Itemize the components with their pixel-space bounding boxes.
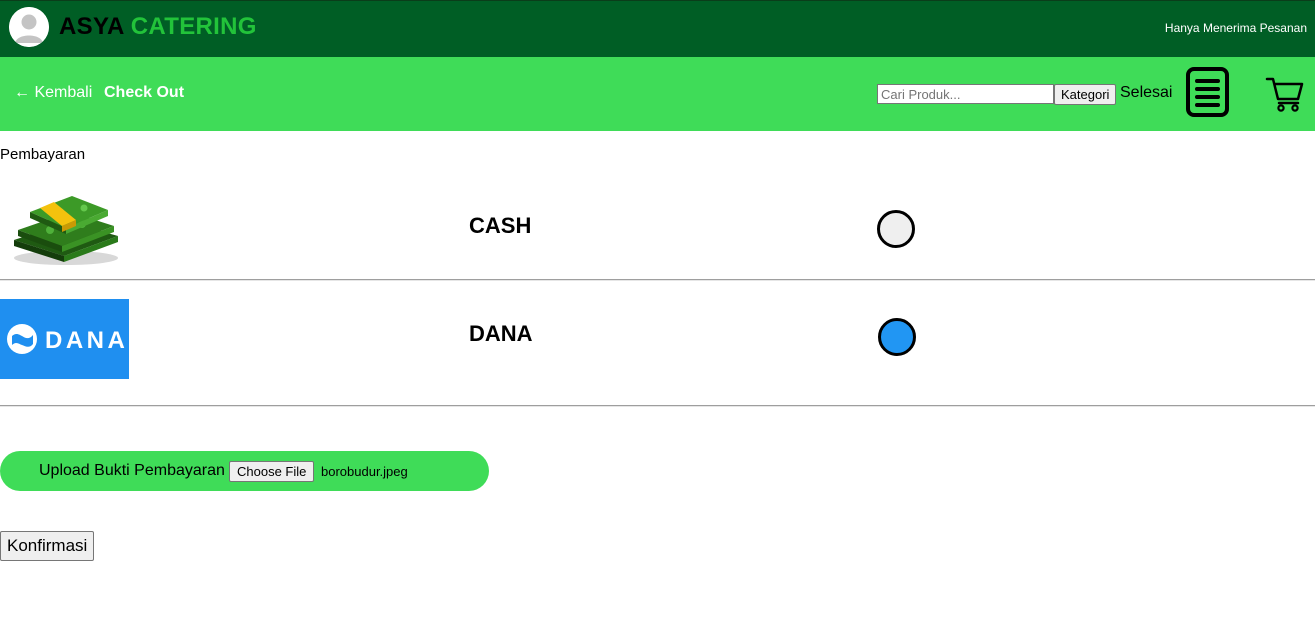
dana-logo: DANA (0, 299, 129, 379)
upload-label: Upload Bukti Pembayaran (39, 462, 225, 479)
selected-file-name: borobudur.jpeg (321, 464, 408, 479)
brand-name: ASYA (59, 13, 124, 40)
choose-file-button[interactable]: Choose File (229, 461, 315, 482)
payment-section-title: Pembayaran (0, 146, 86, 163)
money-stack-icon (10, 188, 122, 268)
payment-method-label: DANA (469, 321, 533, 346)
checkout-link[interactable]: Check Out (104, 84, 184, 102)
confirm-button[interactable]: Konfirmasi (0, 531, 95, 561)
brand-title: ASYA CATERING (59, 13, 257, 41)
divider (0, 405, 1315, 407)
cash-radio[interactable] (877, 210, 915, 248)
header-notice: Hanya Menerima Pesanan (1164, 21, 1307, 35)
brand-accent: CATERING (130, 13, 257, 40)
upload-proof-field: Upload Bukti Pembayaran Choose File boro… (0, 451, 489, 491)
user-avatar-icon[interactable] (9, 7, 49, 47)
document-list-icon[interactable] (1185, 67, 1230, 117)
divider (0, 279, 1315, 281)
search-input[interactable] (877, 84, 1054, 104)
category-button[interactable]: Kategori (1054, 84, 1117, 105)
top-header: ASYA CATERING Hanya Menerima Pesanan (0, 0, 1315, 57)
done-link[interactable]: Selesai (1120, 84, 1172, 102)
nav-bar: ← Kembali Check Out Kategori Selesai (0, 57, 1315, 131)
dana-logo-text: DANA (45, 327, 128, 354)
payment-method-label: CASH (469, 213, 532, 238)
dana-radio[interactable] (878, 318, 916, 356)
shopping-cart-icon[interactable] (1264, 73, 1304, 113)
back-link[interactable]: ← Kembali (14, 84, 92, 102)
